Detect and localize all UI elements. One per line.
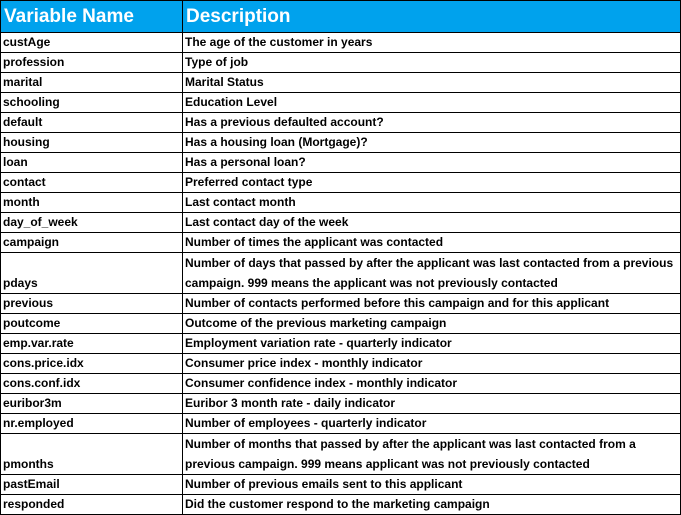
variable-name-cell: contact — [0, 172, 183, 193]
description-cell: Number of employees - quarterly indicato… — [182, 413, 681, 434]
variable-table: Variable Name Description custAge The age… — [0, 0, 681, 515]
description-cell: Type of job — [182, 52, 681, 73]
variable-name-cell: default — [0, 112, 183, 133]
table-row: nr.employed Number of employees - quarter… — [0, 413, 681, 434]
variable-name-cell: profession — [0, 52, 183, 73]
header-row: Variable Name Description — [0, 0, 681, 33]
variable-name-cell: marital — [0, 72, 183, 93]
variable-name-cell: day_of_week — [0, 212, 183, 233]
description-cell: Outcome of the previous marketing campai… — [182, 313, 681, 334]
description-cell: Number of times the applicant was contac… — [182, 232, 681, 253]
description-cell: Employment variation rate - quarterly in… — [182, 333, 681, 354]
variable-name-cell: loan — [0, 152, 183, 173]
variable-name-cell: schooling — [0, 92, 183, 113]
table-row: profession Type of job — [0, 52, 681, 73]
description-cell: Number of contacts performed before this… — [182, 293, 681, 314]
header-description: Description — [182, 0, 681, 33]
table-row: pastEmail Number of previous emails sent … — [0, 474, 681, 495]
description-cell: Number of months that passed by after th… — [182, 433, 681, 475]
description-cell: Did the customer respond to the marketin… — [182, 494, 681, 515]
description-cell: Has a personal loan? — [182, 152, 681, 173]
description-cell: Consumer confidence index - monthly indi… — [182, 373, 681, 394]
table-row: day_of_week Last contact day of the week — [0, 212, 681, 233]
variable-name-cell: previous — [0, 293, 183, 314]
variable-name-cell: cons.price.idx — [0, 353, 183, 374]
table-row: responded Did the customer respond to the… — [0, 494, 681, 515]
description-cell: Education Level — [182, 92, 681, 113]
description-cell: Has a housing loan (Mortgage)? — [182, 132, 681, 153]
table-row: month Last contact month — [0, 192, 681, 213]
variable-name-cell: nr.employed — [0, 413, 183, 434]
description-cell: The age of the customer in years — [182, 32, 681, 53]
variable-name-cell: housing — [0, 132, 183, 153]
table-row: cons.conf.idx Consumer confidence index -… — [0, 373, 681, 394]
description-cell: Euribor 3 month rate - daily indicator — [182, 393, 681, 414]
description-cell: Number of previous emails sent to this a… — [182, 474, 681, 495]
header-variable-name: Variable Name — [0, 0, 183, 33]
description-cell: Last contact month — [182, 192, 681, 213]
description-cell: Preferred contact type — [182, 172, 681, 193]
variable-name-cell: campaign — [0, 232, 183, 253]
variable-name-cell: emp.var.rate — [0, 333, 183, 354]
table-row: pdays Number of days that passed by after… — [0, 252, 681, 294]
table-row: emp.var.rate Employment variation rate - … — [0, 333, 681, 354]
variable-name-cell: pmonths — [0, 433, 183, 475]
table-row: euribor3m Euribor 3 month rate - daily in… — [0, 393, 681, 414]
variable-name-cell: month — [0, 192, 183, 213]
table-row: schooling Education Level — [0, 92, 681, 113]
table-row: marital Marital Status — [0, 72, 681, 93]
table-row: custAge The age of the customer in years — [0, 32, 681, 53]
description-cell: Has a previous defaulted account? — [182, 112, 681, 133]
variable-name-cell: custAge — [0, 32, 183, 53]
table-row: cons.price.idx Consumer price index - mon… — [0, 353, 681, 374]
table-row: housing Has a housing loan (Mortgage)? — [0, 132, 681, 153]
variable-name-cell: poutcome — [0, 313, 183, 334]
description-cell: Marital Status — [182, 72, 681, 93]
description-cell: Consumer price index - monthly indicator — [182, 353, 681, 374]
table-row: pmonths Number of months that passed by a… — [0, 433, 681, 475]
table-row: campaign Number of times the applicant wa… — [0, 232, 681, 253]
table-row: default Has a previous defaulted account? — [0, 112, 681, 133]
variable-name-cell: cons.conf.idx — [0, 373, 183, 394]
variable-name-cell: pastEmail — [0, 474, 183, 495]
variable-name-cell: responded — [0, 494, 183, 515]
variable-name-cell: euribor3m — [0, 393, 183, 414]
description-cell: Number of days that passed by after the … — [182, 252, 681, 294]
description-cell: Last contact day of the week — [182, 212, 681, 233]
variable-name-cell: pdays — [0, 252, 183, 294]
table-row: loan Has a personal loan? — [0, 152, 681, 173]
table-row: previous Number of contacts performed bef… — [0, 293, 681, 314]
table-row: contact Preferred contact type — [0, 172, 681, 193]
table-row: poutcome Outcome of the previous marketin… — [0, 313, 681, 334]
